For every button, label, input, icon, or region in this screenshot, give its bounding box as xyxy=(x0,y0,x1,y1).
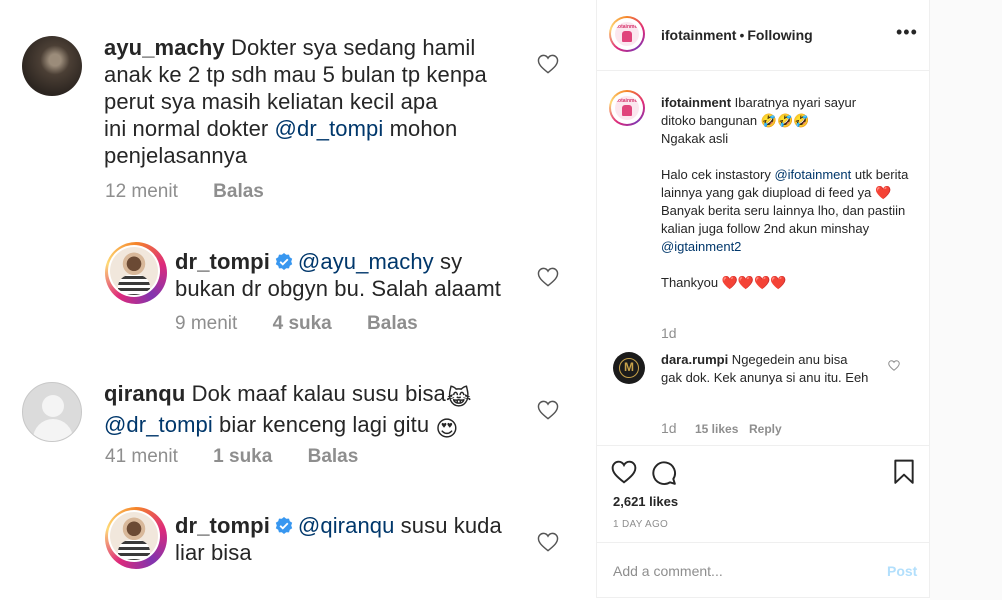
comment-meta: 12 menit Balas xyxy=(105,181,294,203)
avatar-logo-text: ifotainment xyxy=(615,98,639,104)
caption-text: Banyak berita seru lainnya lho, dan past… xyxy=(661,203,906,236)
heart-icon[interactable] xyxy=(537,54,559,74)
mention-link[interactable]: @qiranqu xyxy=(298,513,395,538)
comment-text: anak ke 2 tp sdh mau 5 bulan tp kenpa xyxy=(104,62,487,87)
following-button[interactable]: Following xyxy=(747,27,812,43)
comment-likes[interactable]: 15 likes xyxy=(695,422,738,436)
heart-icon[interactable] xyxy=(537,532,559,552)
post-timestamp[interactable]: 1 DAY AGO xyxy=(613,519,668,530)
actions-divider xyxy=(597,445,929,447)
comment-text: ini normal dokter xyxy=(104,116,275,141)
caption-text: Ngakak asli xyxy=(661,131,729,146)
comment-username[interactable]: dr_tompi xyxy=(175,249,270,274)
bookmark-icon[interactable] xyxy=(893,459,915,485)
comment-username[interactable]: ayu_machy xyxy=(104,35,225,60)
avatar-dr-tompi[interactable] xyxy=(105,242,167,304)
laughing-emoji: 🤣🤣🤣 xyxy=(760,113,810,128)
heart-eyes-emoji: 😍 xyxy=(435,416,459,441)
avatar-ayu-machy[interactable] xyxy=(22,36,82,96)
comment-username[interactable]: qiranqu xyxy=(104,381,185,406)
post-author: ifotainment • Following xyxy=(661,27,813,43)
heart-icon[interactable] xyxy=(888,360,900,371)
mention-link[interactable]: @igtainment2 xyxy=(661,239,741,254)
caption-text: Thankyou xyxy=(661,275,722,290)
avatar-letter: M xyxy=(619,358,639,378)
reply-button[interactable]: Balas xyxy=(308,446,359,467)
comment-text: perut sya masih keliatan kecil apa xyxy=(104,89,438,114)
red-hearts-emoji: ❤️❤️❤️❤️ xyxy=(721,275,787,290)
avatar-ifotainment[interactable]: ifotainment xyxy=(609,90,645,126)
mention-link[interactable]: @ayu_machy xyxy=(298,249,434,274)
heart-icon[interactable] xyxy=(537,400,559,420)
separator-dot: • xyxy=(739,27,745,43)
comment-text: susu kuda xyxy=(394,513,502,538)
mention-link[interactable]: @dr_tompi xyxy=(275,116,384,141)
comment-time: 12 menit xyxy=(105,181,178,202)
avatar-qiranqu[interactable] xyxy=(22,382,82,442)
verified-badge-icon xyxy=(275,253,293,270)
comment-username[interactable]: dr_tompi xyxy=(175,513,270,538)
comment-time: 41 menit xyxy=(105,446,178,467)
comment-text: liar bisa xyxy=(175,540,252,565)
avatar-dara-rumpi[interactable]: M xyxy=(613,352,645,384)
post-caption: ifotainment Ibaratnya nyari sayur ditoko… xyxy=(661,94,911,292)
mention-link[interactable]: @ifotainment xyxy=(774,167,851,182)
reply-button[interactable]: Balas xyxy=(213,181,264,202)
reply-button[interactable]: Balas xyxy=(367,313,418,334)
red-heart-emoji: ❤️ xyxy=(874,185,892,200)
comment-dr-tompi-2: dr_tompi @qiranqu susu kuda liar bisa xyxy=(175,512,535,566)
comment-text: mohon xyxy=(383,116,458,141)
like-heart-icon[interactable] xyxy=(611,460,637,484)
mention-link[interactable]: @dr_tompi xyxy=(104,412,213,437)
likes-count[interactable]: 4 suka xyxy=(273,313,332,334)
post-header: ifotainment ifotainment•Following ••• xyxy=(597,0,929,71)
comment-text: sy xyxy=(433,249,463,274)
comment-text: biar kenceng lagi gitu xyxy=(212,412,436,437)
caption-text: ditoko bangunan xyxy=(661,113,761,128)
comment-text: penjelasannya xyxy=(104,143,248,168)
comments-screenshot: ayu_machy Dokter sya sedang hamil anak k… xyxy=(0,0,596,600)
comment-qiranqu: qiranqu Dok maaf kalau susu bisa😹 @dr_to… xyxy=(104,380,524,442)
comment-time: 9 menit xyxy=(175,313,238,334)
caption-text: Halo cek instastory xyxy=(661,167,775,182)
author-username[interactable]: ifotainment xyxy=(661,27,736,43)
comment-username[interactable]: dara.rumpi xyxy=(661,352,728,367)
comment-dr-tompi-1: dr_tompi @ayu_machy sy bukan dr obgyn bu.… xyxy=(175,248,535,302)
caption-text: Ibaratnya nyari sayur xyxy=(731,95,857,110)
reply-button[interactable]: Reply xyxy=(749,422,782,436)
likes-count[interactable]: 15 likes xyxy=(695,422,738,436)
heart-icon[interactable] xyxy=(537,267,559,287)
comment-text: Dok maaf kalau susu bisa xyxy=(185,381,446,406)
comment-dara-rumpi: dara.rumpi Ngegedein anu bisa gak dok. K… xyxy=(661,351,871,387)
verified-badge-icon xyxy=(275,517,293,534)
more-options-icon[interactable]: ••• xyxy=(896,23,917,45)
avatar-ifotainment[interactable]: ifotainment xyxy=(609,16,645,52)
comment-meta: 9 menit 4 suka Balas xyxy=(175,313,448,335)
caption-username[interactable]: ifotainment xyxy=(661,95,731,110)
comment-time[interactable]: 1d xyxy=(661,420,677,436)
comment-meta: 41 menit 1 suka Balas xyxy=(105,446,388,468)
page-background xyxy=(930,0,1002,600)
comment-input[interactable] xyxy=(613,561,853,581)
comment-text: Dokter sya sedang hamil xyxy=(230,35,476,60)
post-likes-count[interactable]: 2,621 likes xyxy=(613,494,678,509)
comment-text: bukan dr obgyn bu. Salah alaamt xyxy=(175,276,501,301)
avatar-logo-text: ifotainment xyxy=(615,24,639,30)
caption-time[interactable]: 1d xyxy=(661,325,677,341)
comment-bubble-icon[interactable] xyxy=(651,460,677,486)
post-sidebar: ifotainment ifotainment•Following ••• if… xyxy=(596,0,930,598)
post-comment-button[interactable]: Post xyxy=(887,563,917,579)
avatar-dr-tompi[interactable] xyxy=(105,507,167,569)
comment-ayu-machy: ayu_machy Dokter sya sedang hamil anak k… xyxy=(104,34,524,169)
likes-count[interactable]: 1 suka xyxy=(213,446,272,467)
reply-label: Reply xyxy=(749,422,782,436)
add-comment-bar: Post xyxy=(597,542,929,598)
grinning-cat-emoji: 😹 xyxy=(445,385,472,410)
